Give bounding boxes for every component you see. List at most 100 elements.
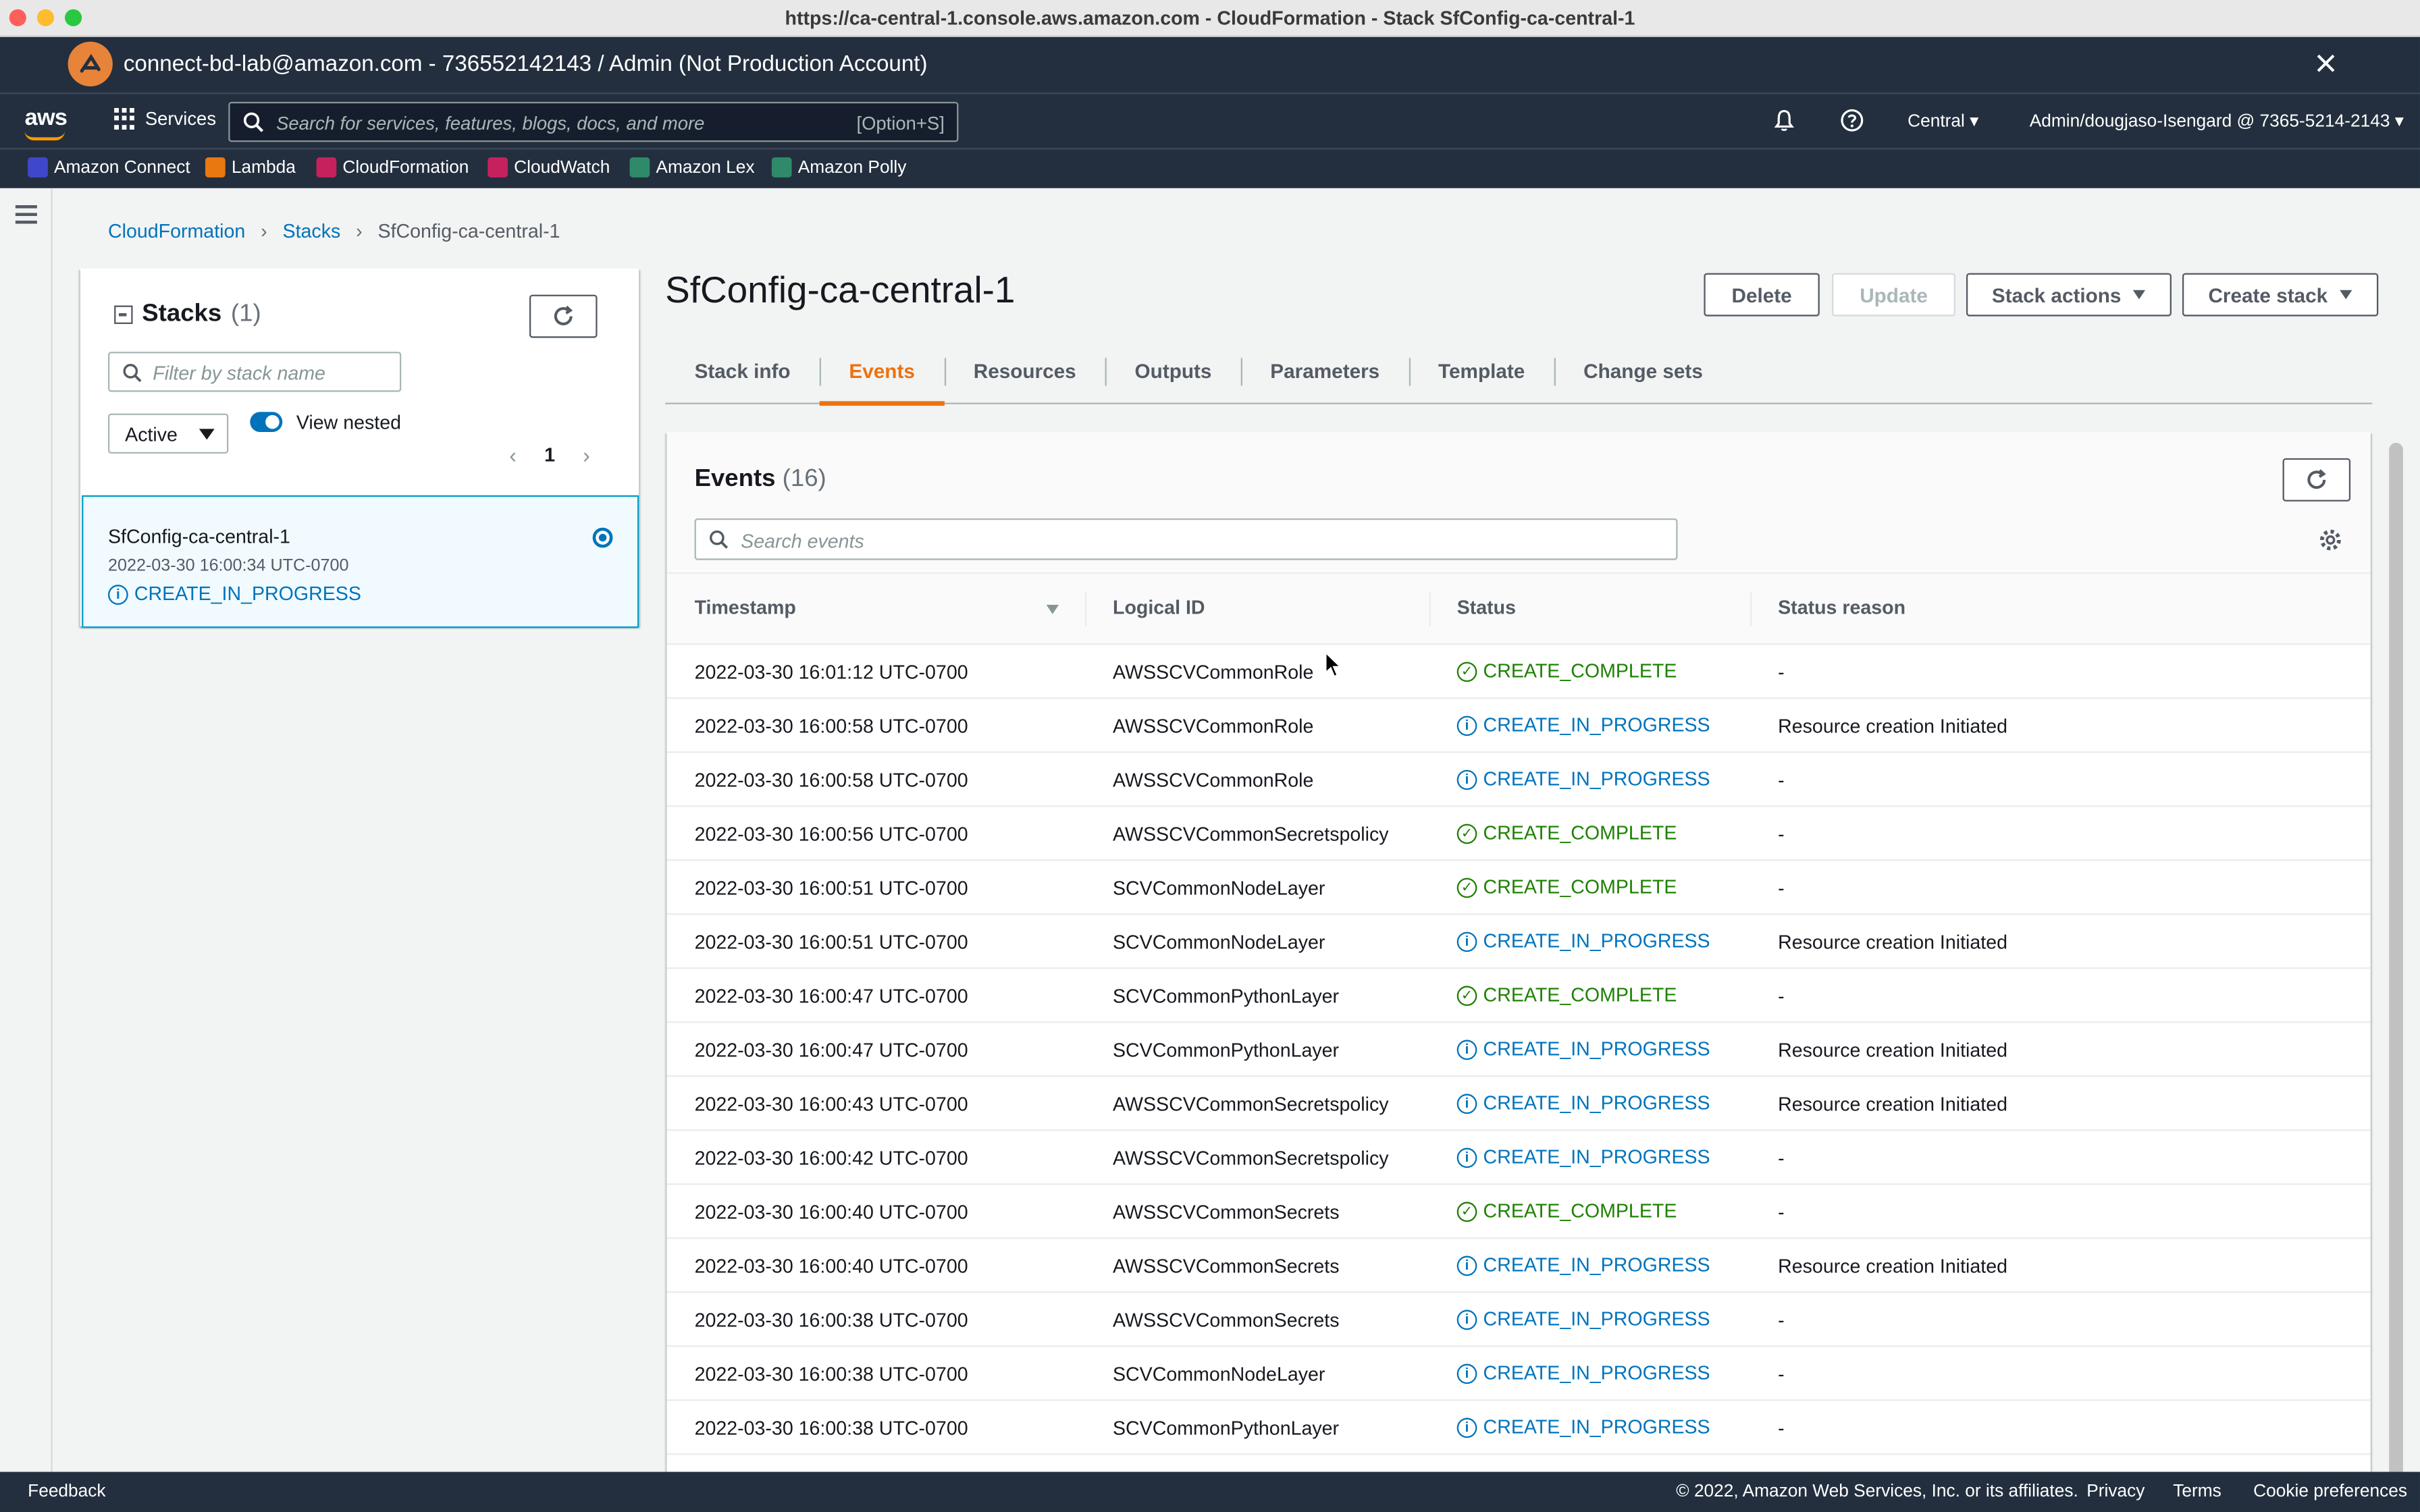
stack-filter-input[interactable]: Filter by stack name [107,352,402,392]
column-status[interactable]: Status [1457,597,1516,619]
event-status-text: CREATE_COMPLETE [1483,876,1677,898]
favorite-amazon-lex[interactable]: Amazon Lex [629,157,755,178]
sort-descending-icon[interactable] [1046,604,1059,614]
menu-icon[interactable] [15,205,37,228]
event-status: i CREATE_IN_PROGRESS [1456,1416,1710,1438]
breadcrumb-stacks[interactable]: Stacks [283,221,341,242]
event-timestamp: 2022-03-30 16:00:38 UTC-0700 [694,1418,968,1440]
account-menu[interactable]: Admin/dougjaso-Isengard @ 7365-5214-2143… [2030,109,2404,131]
table-row[interactable]: 2022-03-30 16:00:58 UTC-0700 AWSSCVCommon… [666,753,2371,807]
lambda-icon [205,157,226,178]
stack-list-item[interactable]: SfConfig-ca-central-1 2022-03-30 16:00:3… [82,495,639,628]
stack-select-radio[interactable] [592,527,613,548]
tab-change-sets[interactable]: Change sets [1554,336,1733,404]
table-row[interactable]: 2022-03-30 16:00:40 UTC-0700 AWSSCVCommon… [666,1185,2371,1239]
terms-link[interactable]: Terms [2173,1483,2221,1501]
delete-button[interactable]: Delete [1704,273,1820,317]
event-status: ✓ CREATE_COMPLETE [1456,660,1677,682]
table-row[interactable]: 2022-03-30 16:01:12 UTC-0700 AWSSCVCommon… [666,645,2371,699]
table-row[interactable]: 2022-03-30 16:00:43 UTC-0700 AWSSCVCommon… [666,1077,2371,1131]
event-logical-id: SCVCommonPythonLayer [1112,986,1340,1008]
event-status-text[interactable]: CREATE_IN_PROGRESS [1483,768,1710,790]
stack-actions-button[interactable]: Stack actions [1966,273,2172,317]
tab-resources[interactable]: Resources [944,336,1105,404]
event-logical-id: AWSSCVCommonSecretspolicy [1112,1148,1389,1170]
view-nested-toggle[interactable] [250,412,283,432]
column-timestamp[interactable]: Timestamp [695,597,796,619]
tab-template[interactable]: Template [1409,336,1554,404]
refresh-stacks-button[interactable] [529,294,598,338]
table-row[interactable]: 2022-03-30 16:00:51 UTC-0700 SCVCommonNod… [666,915,2371,969]
favorite-cloudformation[interactable]: CloudFormation [316,157,469,178]
table-row[interactable]: 2022-03-30 16:00:38 UTC-0700 SCVCommonNod… [666,1347,2371,1401]
event-logical-id: AWSSCVCommonRole [1112,770,1314,792]
event-status-text[interactable]: CREATE_IN_PROGRESS [1483,1362,1710,1384]
table-row[interactable]: 2022-03-30 16:00:51 UTC-0700 SCVCommonNod… [666,861,2371,915]
caret-down-icon [199,429,215,440]
close-icon[interactable] [2311,48,2342,79]
event-status-text[interactable]: CREATE_IN_PROGRESS [1483,1146,1710,1168]
favorite-amazon-connect[interactable]: Amazon Connect [28,157,190,178]
table-row[interactable]: 2022-03-30 16:00:38 UTC-0700 SCVCommonPyt… [666,1401,2371,1455]
event-status-text[interactable]: CREATE_IN_PROGRESS [1483,1038,1710,1060]
info-icon: i [1456,769,1477,790]
event-status-text[interactable]: CREATE_IN_PROGRESS [1483,930,1710,952]
aws-logo[interactable]: aws [25,105,68,131]
table-row[interactable]: 2022-03-30 16:00:56 UTC-0700 AWSSCVCommon… [666,807,2371,861]
create-stack-button[interactable]: Create stack [2182,273,2379,317]
page-scrollbar[interactable] [2389,442,2403,1512]
table-row[interactable]: 2022-03-30 16:00:47 UTC-0700 SCVCommonPyt… [666,969,2371,1023]
global-search-input[interactable]: Search for services, features, blogs, do… [228,101,959,142]
event-logical-id: SCVCommonNodeLayer [1112,1364,1325,1386]
mouse-pointer-icon [1325,651,1342,678]
bell-icon[interactable] [1772,108,1797,133]
stack-name[interactable]: SfConfig-ca-central-1 [108,526,290,547]
table-row[interactable]: 2022-03-30 16:00:47 UTC-0700 SCVCommonPyt… [666,1023,2371,1077]
event-status-text[interactable]: CREATE_IN_PROGRESS [1483,1254,1710,1276]
help-icon[interactable] [1840,108,1865,133]
privacy-link[interactable]: Privacy [2086,1483,2145,1501]
column-logical-id[interactable]: Logical ID [1113,597,1205,619]
collapse-icon[interactable] [114,305,133,324]
refresh-events-button[interactable] [2282,458,2351,502]
breadcrumb-cloudformation[interactable]: CloudFormation [108,221,245,242]
table-row[interactable]: 2022-03-30 16:00:58 UTC-0700 AWSSCVCommon… [666,699,2371,753]
favorite-lambda[interactable]: Lambda [205,157,296,178]
event-timestamp: 2022-03-30 16:00:47 UTC-0700 [694,1040,968,1062]
stack-status-select[interactable]: Active [107,413,229,454]
event-status-text: CREATE_COMPLETE [1483,822,1677,844]
event-status-text[interactable]: CREATE_IN_PROGRESS [1483,1308,1710,1330]
page-number[interactable]: 1 [544,444,555,466]
event-status-reason: Resource creation Initiated [1778,1094,2008,1116]
chevron-left-icon[interactable]: ‹ [509,443,517,468]
feedback-link[interactable]: Feedback [28,1483,105,1501]
tab-parameters[interactable]: Parameters [1240,336,1409,404]
cookie-preferences-link[interactable]: Cookie preferences [2253,1483,2407,1501]
table-row[interactable]: 2022-03-30 16:00:42 UTC-0700 AWSSCVCommon… [666,1131,2371,1185]
event-timestamp: 2022-03-30 16:01:12 UTC-0700 [694,662,968,684]
update-button[interactable]: Update [1832,273,1955,317]
close-window-button[interactable] [9,9,26,26]
stack-filter-placeholder: Filter by stack name [153,362,325,385]
table-row[interactable]: 2022-03-30 16:00:40 UTC-0700 AWSSCVCommon… [666,1239,2371,1293]
tab-events[interactable]: Events [819,336,944,406]
gear-icon[interactable] [2318,528,2343,553]
events-search-input[interactable]: Search events [694,518,1678,560]
chevron-right-icon[interactable]: › [583,443,590,468]
event-status-text[interactable]: CREATE_IN_PROGRESS [1483,714,1710,736]
zoom-window-button[interactable] [64,9,82,26]
minimize-window-button[interactable] [36,9,54,26]
column-status-reason[interactable]: Status reason [1778,597,1905,619]
footer: Feedback © 2022, Amazon Web Services, In… [0,1472,2420,1512]
table-row[interactable]: 2022-03-30 16:00:38 UTC-0700 AWSSCVCommon… [666,1293,2371,1347]
tab-outputs[interactable]: Outputs [1105,336,1241,404]
event-status-text[interactable]: CREATE_IN_PROGRESS [1483,1092,1710,1114]
event-status-text[interactable]: CREATE_IN_PROGRESS [1483,1416,1710,1438]
tab-stack-info[interactable]: Stack info [665,336,820,404]
favorite-cloudwatch[interactable]: CloudWatch [488,157,610,178]
caret-down-icon [2340,290,2352,300]
services-menu-button[interactable]: Services [114,107,216,130]
events-count: (16) [782,466,826,493]
region-selector[interactable]: Central ▾ [1908,109,1978,131]
favorite-amazon-polly[interactable]: Amazon Polly [771,157,906,178]
